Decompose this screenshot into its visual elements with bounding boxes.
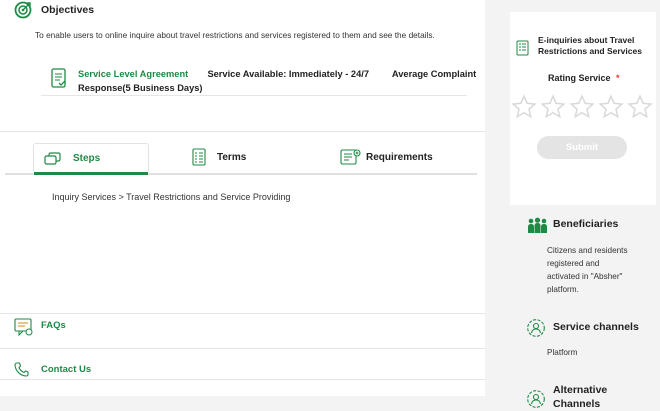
sla-complaint-line1: Average Complaint — [391, 69, 477, 79]
tab-steps[interactable]: Steps — [33, 143, 149, 175]
service-channels-title: Service channels — [553, 321, 639, 333]
einquiries-title-line1: E-inquiries about Travel — [538, 35, 635, 45]
objectives-description: To enable users to online inquire about … — [35, 30, 435, 40]
star-2[interactable] — [540, 94, 566, 120]
required-mark: * — [616, 73, 620, 83]
sla-divider — [41, 95, 467, 96]
alternative-channels-title-line1: Alternative — [553, 384, 608, 396]
target-icon — [14, 1, 32, 19]
service-channels-value: Platform — [547, 348, 578, 357]
tab-requirements[interactable]: Requirements — [340, 143, 450, 171]
einquiries-title-line2: Restrictions and Services — [538, 46, 642, 56]
phone-icon — [14, 362, 29, 377]
star-3[interactable] — [569, 94, 595, 120]
faq-icon — [14, 318, 33, 336]
inquiry-document-icon — [516, 40, 529, 56]
contact-us-link[interactable]: Contact Us — [41, 364, 91, 375]
tab-bar: Steps Terms Requirements — [5, 141, 477, 175]
star-rating[interactable] — [511, 94, 653, 120]
submit-button[interactable]: Submit — [537, 136, 627, 159]
requirements-icon — [340, 148, 361, 166]
faqs-divider — [0, 313, 485, 314]
beneficiaries-title: Beneficiaries — [553, 218, 619, 230]
star-1[interactable] — [511, 94, 537, 120]
star-5[interactable] — [627, 94, 653, 120]
contact-divider — [0, 348, 485, 349]
sla-label: Service Level Agreement — [78, 69, 189, 79]
sla-document-icon — [51, 68, 68, 90]
beneficiaries-line-4: platform. — [547, 285, 579, 294]
steps-icon — [44, 151, 61, 165]
tab-terms[interactable]: Terms — [192, 143, 292, 171]
sla-availability: Service Available: Immediately - 24/7 — [207, 69, 370, 79]
section-divider — [0, 131, 485, 132]
bottom-divider — [0, 379, 485, 380]
alternative-channels-title-line2: Channels — [553, 398, 601, 410]
beneficiaries-line-1: Citizens and residents — [547, 246, 628, 255]
service-channel-icon — [526, 318, 546, 338]
terms-icon — [192, 147, 207, 167]
beneficiaries-line-2: registered and — [547, 259, 600, 268]
steps-content: Inquiry Services > Travel Restrictions a… — [52, 192, 291, 202]
sla-complaint-line2: Response(5 Business Days) — [78, 83, 203, 93]
service-details-panel: Objectives To enable users to online inq… — [0, 0, 485, 396]
tab-requirements-label: Requirements — [366, 151, 433, 163]
tab-steps-label: Steps — [73, 152, 101, 164]
faqs-link[interactable]: FAQs — [41, 320, 66, 331]
alternative-channel-icon — [526, 389, 546, 409]
rating-panel: E-inquiries about Travel Restrictions an… — [510, 12, 656, 205]
tab-terms-label: Terms — [217, 151, 247, 163]
star-4[interactable] — [598, 94, 624, 120]
service-info-panel: Beneficiaries Citizens and residents reg… — [510, 205, 656, 410]
rating-label: Rating Service — [548, 73, 611, 83]
objectives-title: Objectives — [41, 4, 95, 16]
beneficiaries-line-3: activated in "Absher" — [547, 272, 623, 281]
people-icon — [527, 217, 548, 234]
